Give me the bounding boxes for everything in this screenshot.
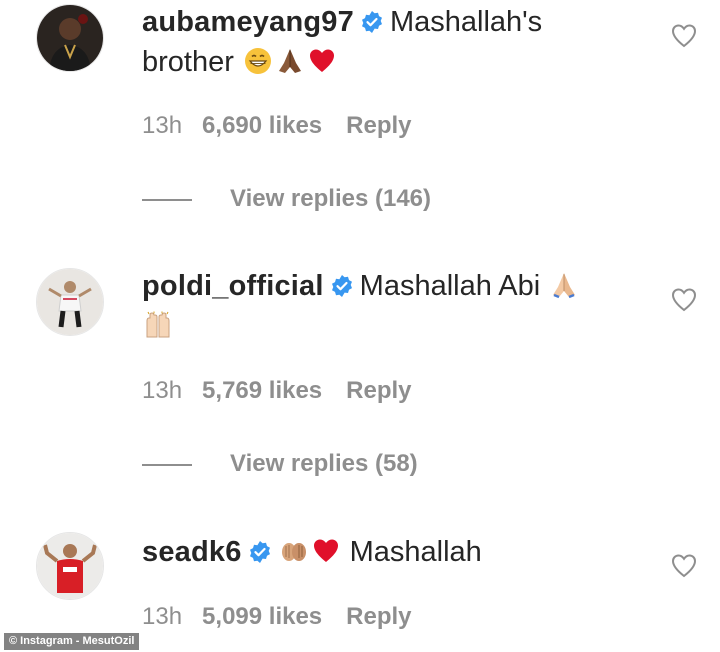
verified-badge-icon	[331, 275, 352, 297]
username[interactable]: seadk6	[142, 536, 242, 568]
view-replies-button[interactable]: View replies (58)	[142, 449, 418, 479]
reply-button[interactable]: Reply	[346, 112, 411, 139]
divider-dash	[142, 198, 192, 201]
reply-button[interactable]: Reply	[346, 377, 411, 404]
avatar[interactable]	[36, 268, 104, 336]
comment-meta: 13h 6,690 likes Reply	[142, 111, 436, 141]
like-heart-icon[interactable]	[670, 22, 698, 50]
likes-count[interactable]: 6,690 likes	[202, 112, 322, 139]
raised-hands-light-emoji-icon	[146, 311, 170, 338]
comment-meta: 13h 5,769 likes Reply	[142, 376, 436, 406]
image-credit: © Instagram - MesutOzil	[4, 633, 140, 650]
avatar-poldi-image	[37, 269, 103, 335]
grinning-face-emoji-icon	[244, 48, 271, 74]
comment-text: Mashallah Abi	[359, 270, 541, 302]
avatar[interactable]	[36, 532, 104, 600]
verified-badge-icon	[249, 541, 270, 563]
folded-hands-light-emoji-icon	[553, 273, 576, 299]
red-heart-emoji-icon	[309, 49, 334, 72]
verified-badge-icon	[361, 11, 382, 33]
comment-text-line-1: seadk6 Mashallah	[142, 534, 482, 570]
view-replies-label: View replies (58)	[230, 450, 418, 477]
like-heart-icon[interactable]	[670, 286, 698, 314]
comment-text: Mashallah's	[389, 6, 543, 38]
comment-text-line-1: poldi_official Mashallah Abi	[142, 268, 580, 304]
red-heart-emoji-icon	[313, 539, 338, 562]
likes-count[interactable]: 5,099 likes	[202, 603, 322, 630]
comment-text: brother	[142, 46, 234, 78]
likes-count[interactable]: 5,769 likes	[202, 377, 322, 404]
comment-text-line-2	[142, 308, 174, 344]
avatar-seadk6-image	[37, 533, 103, 599]
avatar-aubameyang-image	[37, 5, 103, 71]
clapping-hands-medium-emoji-icon	[281, 543, 306, 561]
avatar[interactable]	[36, 4, 104, 72]
comment-text-line-2: brother	[142, 44, 338, 80]
comment-text: Mashallah	[349, 536, 482, 568]
view-replies-button[interactable]: View replies (146)	[142, 184, 431, 214]
comment-text-line-1: aubameyang97 Mashallah's	[142, 4, 542, 40]
username[interactable]: poldi_official	[142, 270, 324, 302]
reply-button[interactable]: Reply	[346, 603, 411, 630]
folded-hands-dark-emoji-icon	[278, 49, 301, 73]
timestamp: 13h	[142, 603, 183, 630]
view-replies-label: View replies (146)	[230, 185, 431, 212]
comment-meta: 13h 5,099 likes Reply	[142, 602, 436, 632]
like-heart-icon[interactable]	[670, 552, 698, 580]
timestamp: 13h	[142, 377, 183, 404]
timestamp: 13h	[142, 112, 183, 139]
divider-dash	[142, 463, 192, 466]
username[interactable]: aubameyang97	[142, 6, 354, 38]
